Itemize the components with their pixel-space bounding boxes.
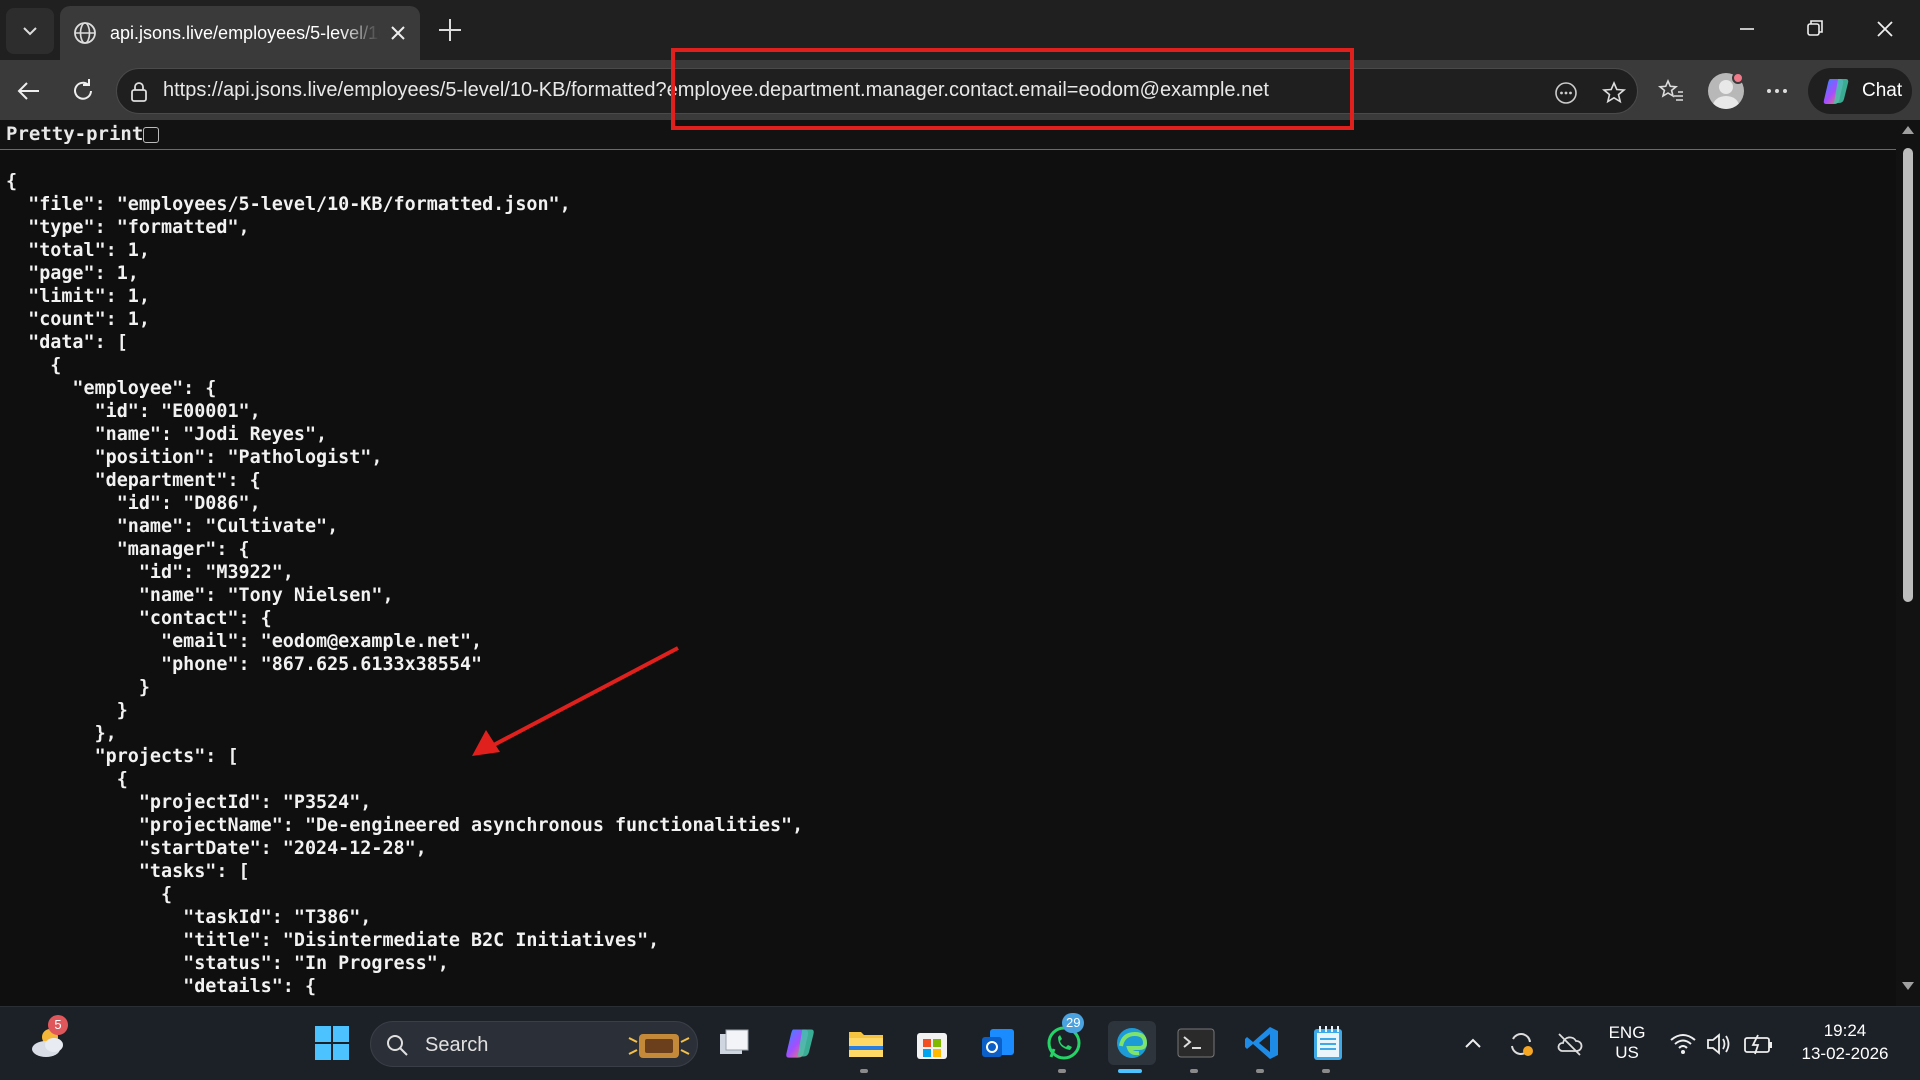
minimize-icon[interactable] — [1732, 14, 1762, 44]
edge-app[interactable] — [1108, 1021, 1156, 1073]
active-indicator — [1118, 1069, 1142, 1073]
vscode-app[interactable] — [1240, 1021, 1284, 1073]
notification-dot — [1732, 72, 1744, 84]
more-options-icon[interactable] — [1762, 76, 1792, 106]
chevron-down-icon — [23, 27, 37, 36]
pretty-print-label: Pretty-print — [6, 123, 144, 145]
search-label: Search — [425, 1034, 489, 1056]
vscode-icon — [1245, 1027, 1278, 1059]
chevron-up-icon[interactable] — [1460, 1031, 1486, 1057]
new-tab-button[interactable] — [436, 16, 464, 44]
copilot-icon — [786, 1029, 814, 1058]
taskbar-search[interactable]: Search — [370, 1021, 698, 1067]
copilot-chat-button[interactable]: Chat — [1808, 68, 1912, 114]
weather-badge: 5 — [48, 1015, 68, 1035]
clock-time: 19:24 — [1823, 1021, 1867, 1040]
copilot-icon — [1823, 79, 1849, 104]
search-icon — [387, 1035, 408, 1056]
json-content: { "file": "employees/5-level/10-KB/forma… — [6, 170, 1886, 1004]
notepad-icon — [1314, 1026, 1342, 1060]
notepad-app[interactable] — [1306, 1021, 1350, 1073]
terminal-app[interactable] — [1174, 1021, 1218, 1073]
globe-icon — [74, 22, 96, 44]
json-text: { "file": "employees/5-level/10-KB/forma… — [6, 171, 804, 997]
running-indicator — [860, 1069, 868, 1073]
whatsapp-app[interactable]: 29 — [1042, 1013, 1086, 1073]
region-text: US — [1615, 1043, 1639, 1062]
reading-view-icon[interactable] — [1553, 80, 1579, 106]
language-text: ENG — [1608, 1023, 1646, 1042]
windows-taskbar: 5 Search 29 ENG US 19:24 13-02-2026 — [0, 1006, 1920, 1080]
favorites-icon[interactable] — [1656, 76, 1686, 106]
browser-titlebar: api.jsons.live/employees/5-level/10-KB/f… — [0, 0, 1920, 60]
battery-charging-icon[interactable] — [1742, 1029, 1776, 1059]
browser-toolbar: https://api.jsons.live/employees/5-level… — [0, 60, 1920, 120]
vertical-scrollbar[interactable] — [1896, 120, 1920, 1006]
mail-icon — [982, 1029, 1014, 1057]
task-view-button[interactable] — [712, 1021, 756, 1065]
tab-actions-button[interactable] — [6, 8, 54, 54]
refresh-icon[interactable] — [68, 76, 98, 106]
chat-label: Chat — [1862, 80, 1903, 101]
language-indicator[interactable]: ENG US — [1602, 1023, 1652, 1063]
store-icon — [917, 1033, 947, 1059]
tab-active[interactable]: api.jsons.live/employees/5-level/10-KB/f… — [60, 6, 420, 60]
weather-widget[interactable]: 5 — [26, 1015, 70, 1065]
windows-logo-icon — [315, 1026, 349, 1060]
tab-title: api.jsons.live/employees/5-level/10-KB/f… — [110, 22, 380, 43]
running-indicator — [1256, 1069, 1264, 1073]
restore-icon[interactable] — [1800, 14, 1830, 44]
clock-date: 13-02-2026 — [1801, 1044, 1889, 1063]
lock-icon[interactable] — [127, 80, 151, 104]
page-viewport: Pretty-print { "file": "employees/5-leve… — [0, 120, 1920, 1006]
back-arrow-icon[interactable] — [14, 76, 44, 106]
scroll-up-arrow[interactable] — [1902, 126, 1914, 134]
outlook-app[interactable] — [976, 1021, 1020, 1065]
scroll-down-arrow[interactable] — [1902, 982, 1914, 990]
whatsapp-badge: 29 — [1062, 1013, 1085, 1033]
scroll-thumb[interactable] — [1903, 148, 1913, 602]
url-text[interactable]: https://api.jsons.live/employees/5-level… — [163, 79, 1269, 102]
microsoft-store-app[interactable] — [910, 1021, 954, 1065]
volume-icon[interactable] — [1704, 1029, 1734, 1059]
terminal-icon — [1177, 1028, 1215, 1058]
pretty-print-bar: Pretty-print — [0, 120, 1896, 150]
running-indicator — [1322, 1069, 1330, 1073]
copilot-app[interactable] — [778, 1021, 822, 1065]
search-highlight-art-icon — [628, 1034, 690, 1058]
edge-icon — [1117, 1028, 1148, 1058]
task-view-icon — [720, 1029, 749, 1054]
folder-icon — [849, 1032, 883, 1057]
close-icon[interactable] — [388, 23, 408, 43]
sync-icon[interactable] — [1506, 1029, 1536, 1059]
address-bar[interactable]: https://api.jsons.live/employees/5-level… — [116, 68, 1638, 114]
file-explorer-app[interactable] — [844, 1021, 888, 1073]
clock[interactable]: 19:24 13-02-2026 — [1790, 1021, 1900, 1064]
cloud-offline-icon[interactable] — [1554, 1029, 1584, 1059]
pretty-print-checkbox[interactable] — [143, 127, 159, 143]
start-button[interactable] — [310, 1021, 354, 1065]
window-close-icon[interactable] — [1870, 14, 1900, 44]
running-indicator — [1058, 1069, 1066, 1073]
running-indicator — [1190, 1069, 1198, 1073]
favorite-star-icon[interactable] — [1601, 80, 1627, 106]
wifi-icon[interactable] — [1668, 1029, 1698, 1059]
